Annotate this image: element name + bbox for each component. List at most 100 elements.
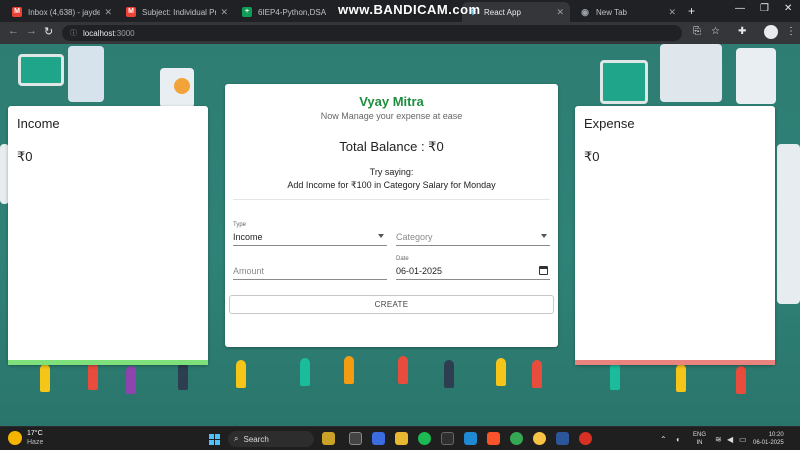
address-bar[interactable]: ⓘ localhost:3000 (62, 25, 682, 41)
background-calculator-illustration (68, 46, 104, 102)
browser-toolbar: ← → ↻ ⓘ localhost:3000 ⎘ ☆ ✚ ⋮ (0, 22, 800, 44)
background-person-illustration (344, 356, 354, 384)
expense-accent-bar (575, 360, 775, 365)
terminal-icon[interactable] (441, 432, 454, 445)
gmail-icon: M (126, 7, 136, 17)
expense-tracker-card: Vyay Mitra Now Manage your expense at ea… (225, 84, 558, 347)
browser-tab-new-tab[interactable]: ◉ New Tab ✕ (574, 2, 682, 22)
taskbar-app-icon[interactable] (533, 432, 546, 445)
show-hidden-icons-icon[interactable]: ⌃ (660, 435, 667, 444)
battery-icon[interactable]: ▭ (739, 435, 747, 444)
new-tab-button[interactable]: + (688, 4, 695, 18)
windows-taskbar: 17°C Haze ⌕ Search ⌃ ◐ ENG IN ≋ ◀ ▭ 10:2… (0, 426, 800, 450)
date-input[interactable]: Date 06-01-2025 (396, 256, 550, 280)
taskbar-app-icon[interactable] (322, 432, 335, 445)
background-person-illustration (610, 362, 620, 390)
background-person-illustration (736, 366, 746, 394)
browser-tab-inbox[interactable]: M Inbox (4,638) - jaydeepsing ✕ (6, 2, 118, 22)
weather-temperature: 17°C (27, 430, 43, 437)
expense-title: Expense (584, 116, 635, 131)
restore-icon[interactable]: ❐ (760, 3, 769, 14)
app-title: Vyay Mitra (359, 94, 424, 109)
taskbar-search[interactable]: ⌕ Search (228, 431, 314, 447)
background-person-illustration (676, 364, 686, 392)
background-person-illustration (236, 360, 246, 388)
extensions-icon[interactable]: ✚ (738, 26, 746, 37)
recorder-watermark: www.BANDICAM.com (338, 2, 481, 17)
close-icon[interactable]: ✕ (668, 7, 676, 18)
tray-app-icon[interactable]: ◐ (676, 435, 681, 444)
back-icon[interactable]: ← (8, 25, 19, 37)
app-subtitle: Now Manage your expense at ease (320, 111, 463, 121)
background-chart-illustration (18, 54, 64, 86)
system-clock[interactable]: 10:20 06-01-2025 (753, 431, 784, 447)
background-chart-illustration (600, 60, 648, 104)
tab-title: New Tab (596, 7, 627, 17)
background-pie-illustration (174, 78, 190, 94)
category-select[interactable]: Category (396, 222, 550, 246)
file-explorer-icon[interactable] (395, 432, 408, 445)
browser-tab-subject[interactable]: M Subject: Individual Project ✕ (120, 2, 234, 22)
spotify-icon[interactable] (418, 432, 431, 445)
site-info-icon[interactable]: ⓘ (70, 28, 77, 38)
browser-tab-strip: M Inbox (4,638) - jaydeepsing ✕ M Subjec… (0, 0, 800, 22)
type-select[interactable]: Type Income (233, 222, 387, 246)
close-icon[interactable]: ✕ (556, 7, 564, 18)
voice-hint-example: Add Income for ₹100 in Category Salary f… (287, 180, 496, 190)
url-port: :3000 (114, 28, 135, 38)
tab-title: Inbox (4,638) - jaydeepsing (28, 7, 101, 17)
amount-placeholder: Amount (233, 266, 265, 276)
income-accent-bar (8, 360, 208, 365)
background-ledger-illustration (660, 44, 722, 102)
profile-avatar[interactable] (764, 25, 778, 39)
close-icon[interactable]: ✕ (220, 7, 228, 18)
background-person-illustration (444, 360, 454, 388)
date-label: Date (396, 256, 409, 262)
wifi-icon[interactable]: ≋ (715, 435, 722, 444)
search-label: Search (243, 434, 269, 444)
task-view-icon[interactable] (349, 432, 362, 445)
vscode-icon[interactable] (464, 432, 477, 445)
browser-menu-icon[interactable]: ⋮ (786, 26, 796, 37)
language-code: ENG (693, 432, 707, 438)
minimize-icon[interactable]: — (735, 3, 745, 14)
expense-amount: ₹0 (584, 149, 600, 164)
reload-icon[interactable]: ↻ (44, 25, 53, 38)
tab-title: 6IEP4-Python,DSA-Impact (258, 7, 326, 17)
gmail-icon: M (12, 7, 22, 17)
brave-icon[interactable] (487, 432, 500, 445)
taskbar-app-icon[interactable] (556, 432, 569, 445)
calendar-icon[interactable] (539, 266, 548, 275)
close-icon[interactable]: ✕ (104, 7, 112, 18)
amount-input[interactable]: Amount (233, 256, 387, 280)
chrome-icon[interactable] (510, 432, 523, 445)
date-value: 06-01-2025 (396, 266, 443, 276)
sheets-icon: + (242, 7, 252, 17)
create-button[interactable]: CREATE (229, 295, 554, 314)
background-page-illustration (777, 144, 800, 304)
url-host: localhost (83, 28, 115, 38)
bookmark-star-icon[interactable]: ☆ (711, 26, 720, 37)
chrome-icon: ◉ (581, 7, 589, 17)
divider (233, 199, 550, 200)
category-placeholder: Category (396, 232, 433, 242)
volume-icon[interactable]: ◀ (727, 435, 733, 444)
weather-description: Haze (27, 439, 44, 446)
browser-tab-sheets[interactable]: + 6IEP4-Python,DSA-Impact (236, 2, 332, 22)
tab-title: React App (484, 7, 521, 17)
background-person-illustration (496, 358, 506, 386)
window-close-icon[interactable]: ✕ (784, 3, 792, 14)
background-person-illustration (300, 358, 310, 386)
react-app-page: Income ₹0 Expense ₹0 Vyay Mitra Now Mana… (0, 44, 800, 426)
background-person-illustration (398, 356, 408, 384)
copilot-icon[interactable] (372, 432, 385, 445)
record-icon[interactable] (579, 432, 592, 445)
weather-icon[interactable] (8, 431, 22, 445)
income-amount: ₹0 (17, 149, 33, 164)
install-app-icon[interactable]: ⎘ (693, 26, 701, 37)
language-indicator[interactable]: ENG IN (693, 431, 706, 447)
type-value: Income (233, 232, 263, 242)
forward-icon[interactable]: → (26, 25, 37, 37)
type-label: Type (233, 222, 247, 228)
start-icon[interactable] (209, 434, 220, 445)
